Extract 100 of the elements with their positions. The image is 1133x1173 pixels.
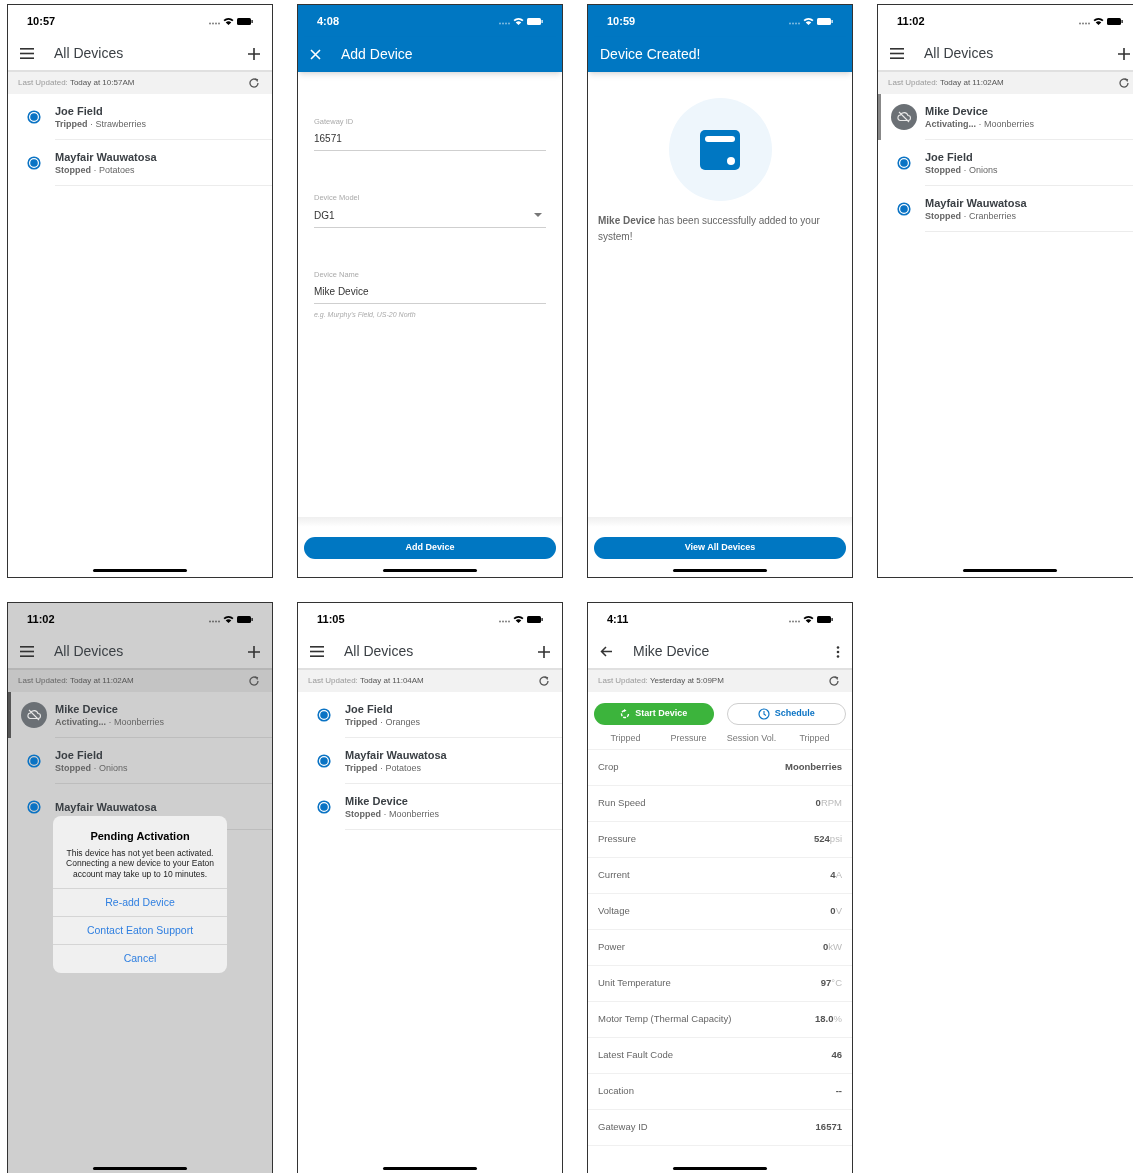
- device-row[interactable]: Mayfair Wauwatosa Stopped · Potatoes: [8, 140, 272, 186]
- row-label: Pressure: [598, 832, 636, 847]
- signal-icon: [499, 619, 510, 623]
- add-icon[interactable]: [1118, 47, 1130, 60]
- device-row[interactable]: Joe Field Tripped · Oranges: [298, 692, 562, 738]
- status-radio-icon: [27, 754, 41, 768]
- cloud-off-icon: [21, 702, 47, 728]
- battery-icon: [527, 615, 543, 623]
- signal-icon: [209, 21, 220, 25]
- status-time: 11:02: [897, 13, 925, 29]
- row-value: 18.0%: [815, 1012, 842, 1027]
- menu-icon[interactable]: [310, 646, 324, 657]
- refresh-icon[interactable]: [248, 675, 260, 687]
- signal-icon: [789, 21, 800, 25]
- row-value: 16571: [815, 1120, 842, 1135]
- device-status: Stopped · Cranberries: [925, 209, 1017, 222]
- device-status: Tripped · Oranges: [345, 715, 422, 728]
- screen-title: All Devices: [344, 642, 414, 661]
- stat-label: Pressure: [669, 732, 708, 746]
- status-radio-icon: [897, 202, 911, 216]
- screen-title: All Devices: [54, 44, 124, 63]
- success-message: Mike Device has been successfully added to your system!: [598, 214, 821, 244]
- close-icon[interactable]: [310, 49, 321, 60]
- device-status: Tripped · Strawberries: [55, 117, 148, 130]
- add-icon[interactable]: [538, 645, 550, 658]
- signal-icon: [1079, 21, 1090, 25]
- row-value: 0RPM: [815, 796, 842, 811]
- device-name: Mayfair Wauwatosa: [55, 149, 158, 164]
- last-updated-text: Last Updated: Today at 11:02AM: [18, 675, 134, 687]
- device-name: Mike Device: [55, 701, 119, 716]
- device-row[interactable]: Mayfair Wauwatosa Tripped · Potatoes: [298, 738, 562, 784]
- row-label: Location: [598, 1084, 634, 1099]
- refresh-icon[interactable]: [248, 77, 260, 89]
- device-row[interactable]: Mayfair Wauwatosa Stopped · Cranberries: [878, 186, 1133, 232]
- row-label: Power: [598, 940, 625, 955]
- row-label: Run Speed: [598, 796, 646, 811]
- screen-title: Add Device: [341, 45, 413, 64]
- device-row[interactable]: Mike Device Activating... · Moonberries: [878, 94, 1133, 140]
- status-time: 4:08: [317, 13, 340, 29]
- back-arrow-icon[interactable]: [600, 646, 613, 657]
- refresh-icon[interactable]: [538, 675, 550, 687]
- row-label: Latest Fault Code: [598, 1048, 673, 1063]
- dialog-action-button[interactable]: Contact Eaton Support: [53, 917, 227, 945]
- add-icon[interactable]: [248, 47, 260, 60]
- device-icon: [700, 129, 740, 170]
- schedule-button[interactable]: Schedule: [726, 703, 846, 725]
- menu-icon[interactable]: [890, 48, 904, 59]
- add-icon[interactable]: [248, 645, 260, 658]
- battery-icon: [527, 17, 543, 25]
- row-label: Gateway ID: [598, 1120, 648, 1135]
- menu-icon[interactable]: [20, 646, 34, 657]
- battery-icon: [1107, 17, 1123, 25]
- wifi-icon: [803, 615, 814, 623]
- stat-label: Session Vol.: [725, 732, 778, 746]
- device-row[interactable]: Joe Field Tripped · Strawberries: [8, 94, 272, 140]
- stat-label: Tripped: [609, 732, 642, 746]
- status-radio-icon: [27, 800, 41, 814]
- primary-button[interactable]: Add Device: [304, 537, 556, 559]
- device-name: Mayfair Wauwatosa: [345, 747, 448, 762]
- status-radio-icon: [897, 156, 911, 170]
- device-row[interactable]: Joe Field Stopped · Onions: [878, 140, 1133, 186]
- device-status: Stopped · Moonberries: [345, 807, 441, 820]
- wifi-icon: [1093, 17, 1104, 25]
- device-status: Stopped · Onions: [55, 761, 129, 774]
- row-value: 0kW: [823, 940, 842, 955]
- stat-label: Tripped: [798, 732, 831, 746]
- refresh-icon[interactable]: [1118, 77, 1130, 89]
- status-time: 10:57: [27, 13, 56, 29]
- device-row[interactable]: Mike Device Activating... · Moonberries: [8, 692, 272, 738]
- status-time: 11:05: [317, 611, 345, 627]
- row-value: 524psi: [814, 832, 842, 847]
- status-radio-icon: [317, 800, 331, 814]
- status-radio-icon: [27, 110, 41, 124]
- device-row[interactable]: Joe Field Stopped · Onions: [8, 738, 272, 784]
- restart-icon: [620, 709, 631, 719]
- device-name: Joe Field: [925, 149, 974, 164]
- primary-button[interactable]: View All Devices: [594, 537, 846, 559]
- more-icon[interactable]: [836, 645, 840, 658]
- menu-icon[interactable]: [20, 48, 34, 59]
- refresh-icon[interactable]: [828, 675, 840, 687]
- row-label: Motor Temp (Thermal Capacity): [598, 1012, 732, 1027]
- device-status: Activating... · Moonberries: [55, 715, 166, 728]
- last-updated-text: Last Updated: Today at 11:04AM: [308, 675, 424, 687]
- device-status: Stopped · Onions: [925, 163, 999, 176]
- cloud-off-icon: [891, 104, 917, 130]
- device-name: Joe Field: [55, 103, 104, 118]
- device-status: Activating... · Moonberries: [925, 117, 1036, 130]
- dialog-action-button[interactable]: Re-add Device: [53, 889, 227, 917]
- row-label: Crop: [598, 760, 619, 775]
- device-name: Mike Device: [925, 103, 989, 118]
- dialog-action-button[interactable]: Cancel: [53, 945, 227, 973]
- row-label: Voltage: [598, 904, 630, 919]
- row-value: 4A: [830, 868, 842, 883]
- screen-title: Device Created!: [600, 45, 701, 64]
- wifi-icon: [513, 17, 524, 25]
- device-row[interactable]: Mike Device Stopped · Moonberries: [298, 784, 562, 830]
- status-time: 10:59: [607, 13, 636, 29]
- status-time: 4:11: [607, 611, 629, 627]
- device-name: Mayfair Wauwatosa: [55, 799, 158, 814]
- battery-icon: [237, 615, 253, 623]
